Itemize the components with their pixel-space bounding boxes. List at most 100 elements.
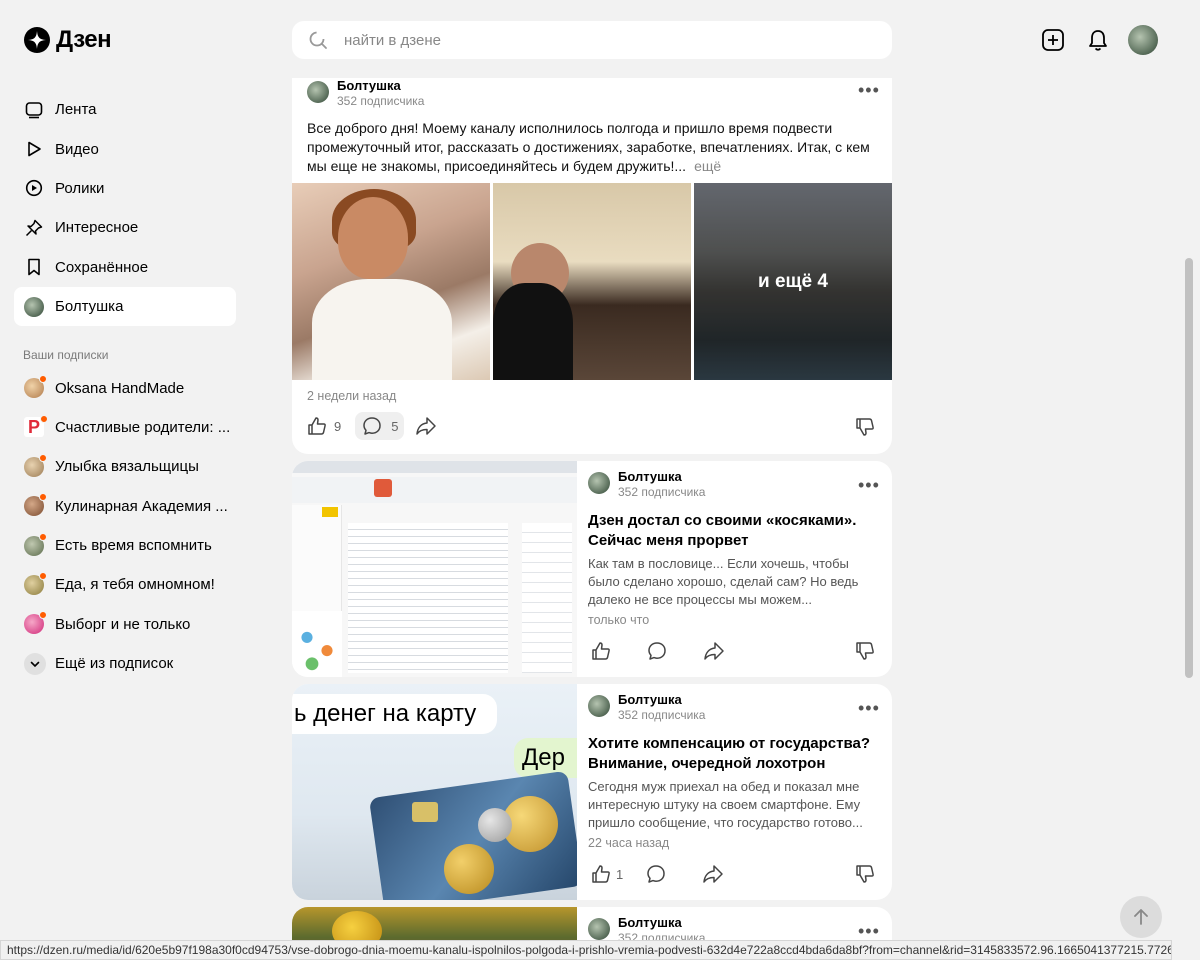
chevron-down-icon	[24, 652, 46, 675]
article-title[interactable]: Хотите компенсацию от государства? Внима…	[588, 734, 878, 774]
article-thumbnail[interactable]: ь денег на карту Дер	[292, 684, 577, 900]
post-actions: 9 5	[306, 412, 438, 440]
post-card[interactable]: Болтушка 352 подписчика ••• Все доброго …	[292, 62, 892, 454]
search-input[interactable]	[344, 31, 844, 49]
article-title[interactable]: Дзен достал со своими «косяками». Сейчас…	[588, 511, 873, 551]
more-options-icon[interactable]: •••	[858, 921, 880, 942]
article-channel[interactable]: Болтушка 352 подписчика	[588, 469, 705, 499]
subscription-item[interactable]: Улыбка вязальщицы	[14, 447, 236, 486]
new-dot	[39, 375, 47, 384]
like-button[interactable]	[590, 640, 612, 662]
thumb-up-icon	[592, 642, 610, 660]
comment-icon	[647, 865, 665, 883]
article-card[interactable]: ь денег на карту Дер Болтушка 352 подпис…	[292, 684, 892, 900]
subscription-label: Счастливые родители: ...	[55, 418, 231, 436]
read-more-link[interactable]: ещё	[694, 158, 721, 174]
like-button[interactable]: 1	[590, 863, 623, 885]
dzen-logo[interactable]: Дзен	[24, 26, 112, 54]
search-bar[interactable]	[292, 21, 892, 59]
photo-shape	[493, 283, 573, 380]
article-card[interactable]: Болтушка 352 подписчика Дзен достал со с…	[292, 461, 892, 677]
gallery-more-label: и ещё 4	[694, 183, 892, 380]
thumb-up-icon	[592, 865, 610, 883]
more-options-icon[interactable]: •••	[858, 475, 880, 496]
dislike-button[interactable]	[854, 416, 876, 438]
comment-button[interactable]: 5	[355, 412, 405, 440]
dislike-button[interactable]	[854, 640, 876, 662]
article-channel[interactable]: Болтушка 352 подписчика	[588, 692, 705, 722]
subscription-item[interactable]: P Счастливые родители: ...	[14, 408, 236, 447]
comment-button[interactable]	[645, 863, 667, 885]
comment-count: 5	[391, 418, 399, 434]
more-options-icon[interactable]: •••	[858, 698, 880, 719]
coin-image	[444, 844, 494, 894]
scroll-to-top-button[interactable]	[1120, 896, 1162, 938]
subscription-item[interactable]: Выборг и не только	[14, 605, 236, 644]
post-gallery[interactable]: и ещё 4	[292, 183, 892, 380]
dzen-star-icon	[24, 27, 50, 53]
nav-shorts[interactable]: Ролики	[14, 169, 236, 208]
channel-avatar	[588, 918, 610, 940]
dislike-button[interactable]	[854, 863, 876, 885]
notifications-button[interactable]	[1084, 26, 1112, 54]
post-text[interactable]: Все доброго дня! Моему каналу исполнилос…	[307, 119, 877, 176]
share-icon	[703, 865, 723, 883]
nav-my-channel-label: Болтушка	[55, 298, 124, 316]
nav-interesting-label: Интересное	[55, 219, 139, 237]
subscription-item[interactable]: Еда, я тебя омномном!	[14, 565, 236, 604]
subscriptions-title: Ваши подписки	[23, 348, 109, 363]
page-scrollbar[interactable]	[1185, 258, 1193, 678]
subscription-avatar-p-logo: P	[24, 415, 48, 438]
nav-saved-label: Сохранённое	[55, 258, 149, 276]
share-button[interactable]	[702, 640, 726, 662]
article-time: 22 часа назад	[588, 836, 670, 850]
gallery-photo-more[interactable]: и ещё 4	[694, 183, 892, 380]
gallery-photo[interactable]	[292, 183, 490, 380]
subscription-item[interactable]: Есть время вспомнить	[14, 526, 236, 565]
subscription-avatar	[24, 611, 47, 635]
search-icon	[309, 31, 327, 49]
share-button[interactable]	[414, 415, 438, 437]
new-dot	[39, 532, 47, 541]
coin-image	[478, 808, 512, 842]
thumb-down-icon	[856, 865, 874, 883]
article-thumbnail[interactable]	[292, 461, 577, 677]
post-channel[interactable]: Болтушка 352 подписчика	[307, 78, 424, 108]
thumbnail-caption: ь денег на карту	[292, 694, 497, 734]
nav-video[interactable]: Видео	[14, 129, 236, 168]
nav-video-label: Видео	[55, 140, 99, 158]
like-button[interactable]: 9	[306, 415, 341, 437]
top-header: Дзен	[0, 0, 1200, 78]
add-publication-button[interactable]	[1039, 26, 1067, 54]
nav-my-channel[interactable]: Болтушка	[14, 286, 236, 327]
article-time: только что	[588, 613, 650, 627]
pin-icon	[24, 218, 44, 238]
photo-shape	[338, 197, 408, 279]
thumb-down-icon	[856, 418, 874, 436]
gallery-photo[interactable]	[493, 183, 691, 380]
channel-avatar-icon	[24, 296, 44, 317]
user-avatar[interactable]	[1128, 25, 1158, 55]
more-subscriptions-button[interactable]: Ещё из подписок	[14, 644, 236, 683]
channel-avatar	[588, 472, 610, 494]
screenshot-icon	[374, 479, 392, 497]
subscription-label: Улыбка вязальщицы	[55, 458, 199, 476]
comment-button[interactable]	[646, 640, 668, 662]
more-options-icon[interactable]: •••	[858, 80, 880, 101]
share-button[interactable]	[701, 863, 725, 885]
channel-avatar	[588, 695, 610, 717]
nav-interesting[interactable]: Интересное	[14, 208, 236, 247]
channel-name: Болтушка	[618, 692, 682, 707]
nav-saved[interactable]: Сохранённое	[14, 248, 236, 287]
channel-subscribers: 352 подписчика	[337, 94, 425, 108]
card-chip	[412, 802, 438, 822]
thumbnail-caption: Дер	[514, 738, 577, 778]
nav-feed-label: Лента	[55, 101, 97, 119]
subscription-label: Выборг и не только	[55, 615, 191, 633]
subscription-avatar	[24, 453, 47, 477]
screenshot-text-lines	[348, 523, 508, 673]
nav-feed[interactable]: Лента	[14, 90, 236, 129]
logo-text: Дзен	[56, 26, 112, 53]
subscription-item[interactable]: Oksana HandMade	[14, 368, 236, 407]
subscription-item[interactable]: Кулинарная Академия ...	[14, 487, 236, 526]
